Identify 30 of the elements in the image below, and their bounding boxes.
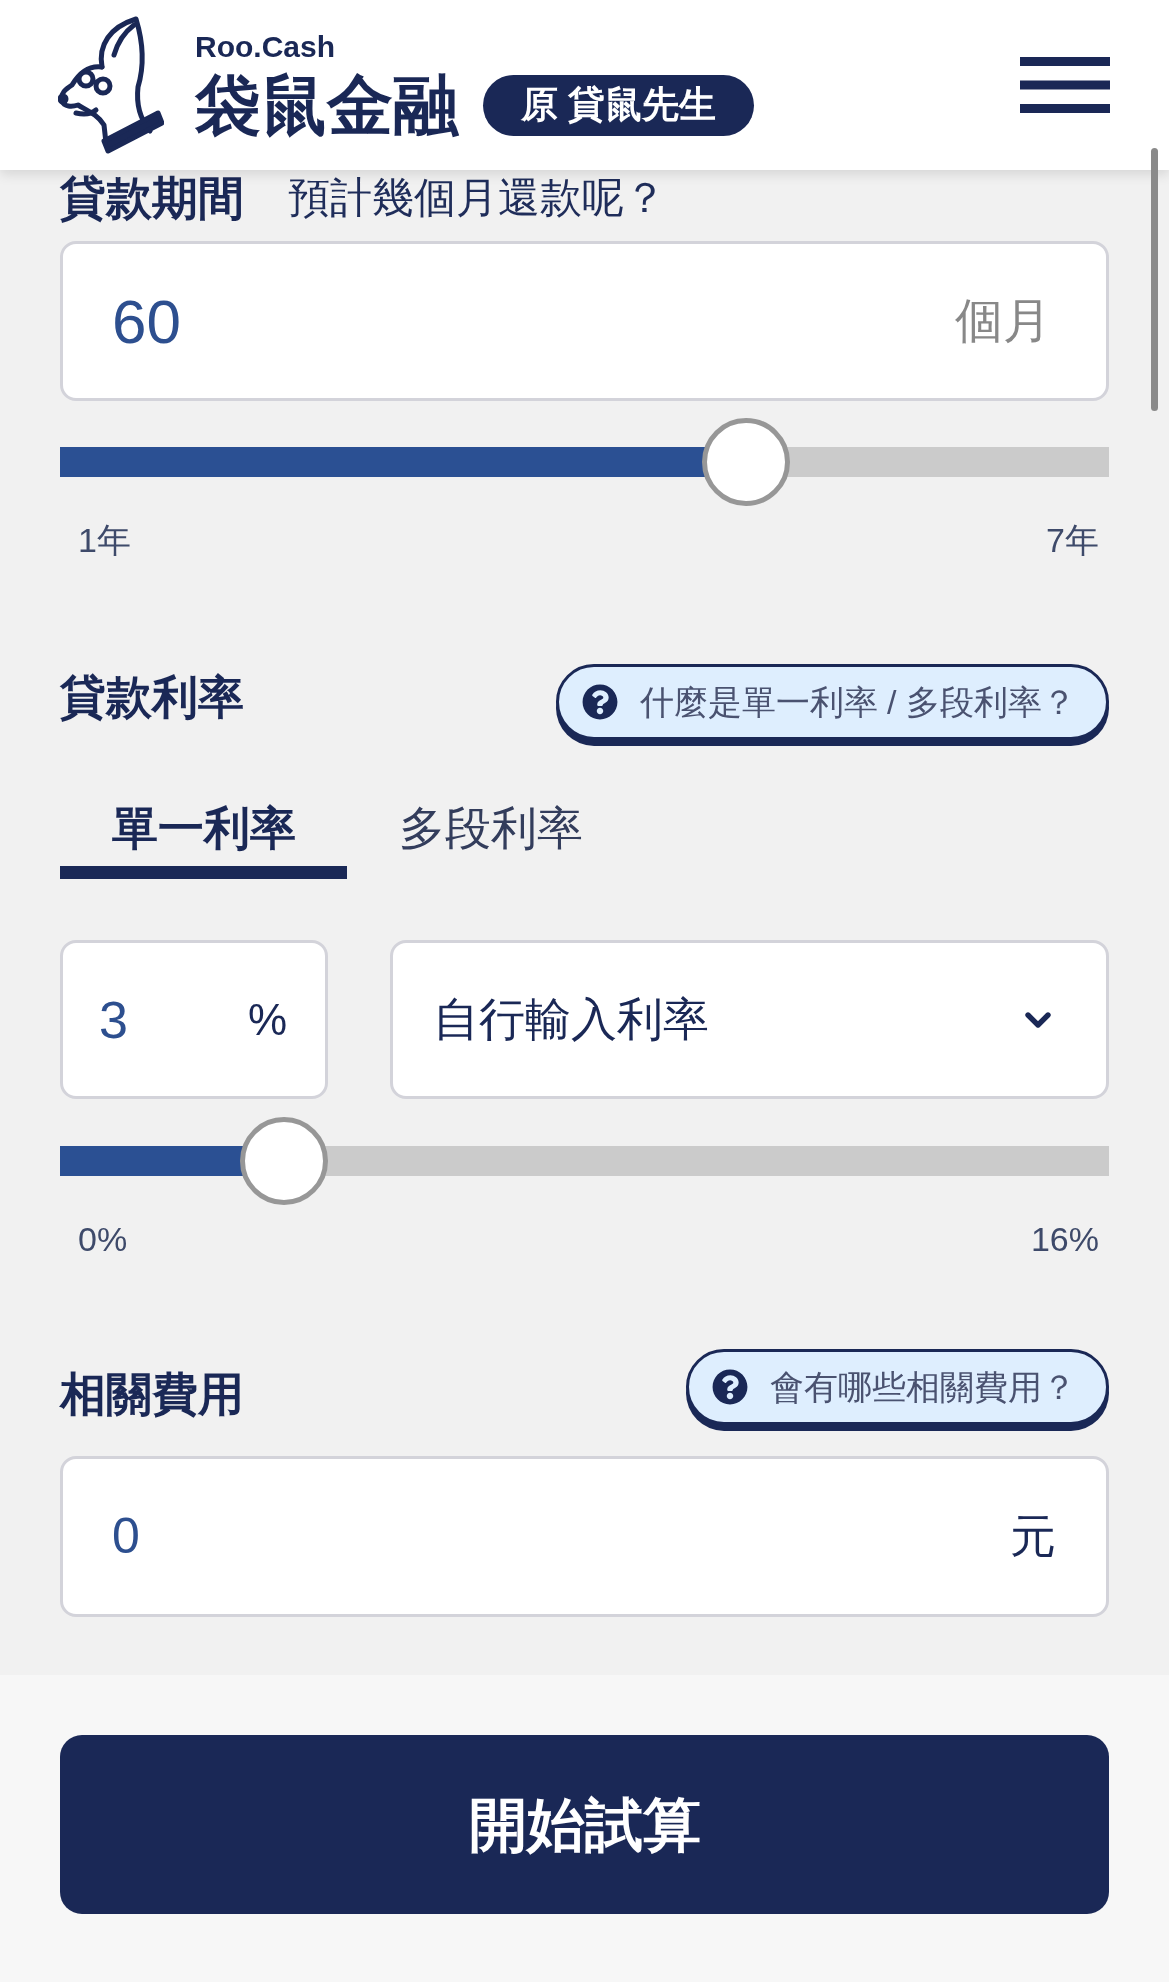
brand-name-english: Roo.Cash	[195, 31, 336, 63]
unit-label: 元	[1010, 1509, 1056, 1564]
fees-input[interactable]: 0 元	[60, 1456, 1109, 1617]
rate-tab[interactable]: 多段利率	[347, 790, 634, 879]
rate-tab[interactable]: 單一利率	[60, 790, 347, 879]
former-name-badge: 原 貸鼠先生	[483, 74, 755, 136]
kangaroo-icon	[58, 15, 164, 155]
input-value: 60	[112, 285, 181, 358]
calculate-button[interactable]: 開始試算	[60, 1735, 1109, 1914]
section-title: 貸款期間	[60, 172, 244, 224]
menu-icon	[1020, 57, 1110, 113]
rate-input[interactable]: 3 %	[60, 940, 328, 1099]
section-subtitle: 預計幾個月還款呢？	[288, 173, 666, 223]
unit-label: %	[247, 993, 287, 1046]
range-max-label: 7年	[1046, 520, 1099, 560]
brand-name: 袋鼠金融	[195, 71, 459, 139]
input-value: 0	[112, 1507, 140, 1566]
section-title: 貸款利率	[60, 671, 244, 723]
months-input[interactable]: 60 個月	[60, 241, 1109, 401]
menu-button[interactable]	[1020, 57, 1110, 113]
help-icon	[712, 1369, 748, 1405]
rate-dropdown[interactable]: 自行輸入利率	[390, 940, 1109, 1099]
section-title: 相關費用	[60, 1368, 244, 1420]
scrollbar-thumb[interactable]	[1151, 148, 1158, 411]
range-min-label: 0%	[78, 1219, 128, 1259]
help-icon	[581, 684, 618, 720]
unit-label: 個月	[955, 293, 1051, 349]
range-min-label: 1年	[78, 520, 131, 560]
input-value: 3	[99, 989, 128, 1051]
range-max-label: 16%	[1030, 1219, 1099, 1259]
